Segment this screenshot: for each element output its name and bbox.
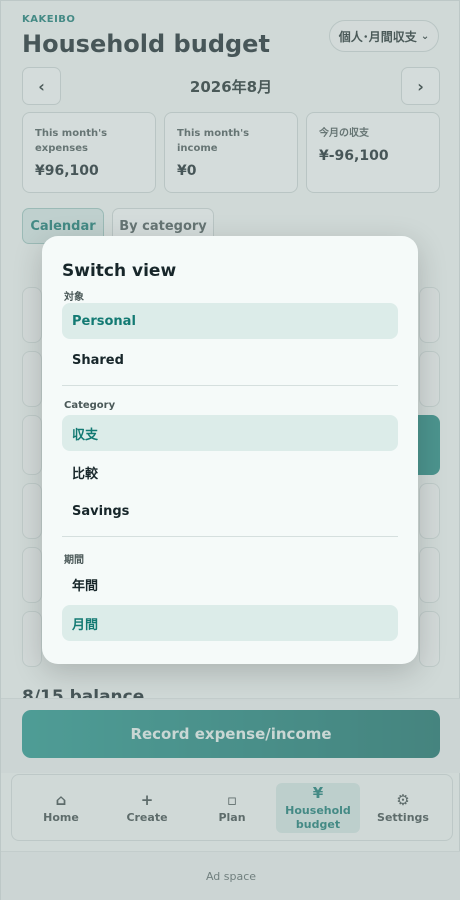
section-label-period: 期間 xyxy=(64,555,84,566)
divider xyxy=(62,536,398,537)
option-personal[interactable]: Personal xyxy=(62,303,398,339)
option-monthly[interactable]: 月間 xyxy=(62,605,398,641)
option-compare[interactable]: 比較 xyxy=(62,454,398,490)
dialog-title: Switch view xyxy=(62,261,177,281)
option-yearly[interactable]: 年間 xyxy=(62,566,398,602)
option-shared[interactable]: Shared xyxy=(62,342,398,378)
option-income-expense[interactable]: 収支 xyxy=(62,415,398,451)
section-label-category: Category xyxy=(64,400,116,411)
section-label-target: 対象 xyxy=(64,292,84,303)
divider xyxy=(62,385,398,386)
switch-view-dialog: Switch view 対象 Personal Shared Category … xyxy=(42,236,418,664)
option-savings[interactable]: Savings xyxy=(62,493,398,529)
